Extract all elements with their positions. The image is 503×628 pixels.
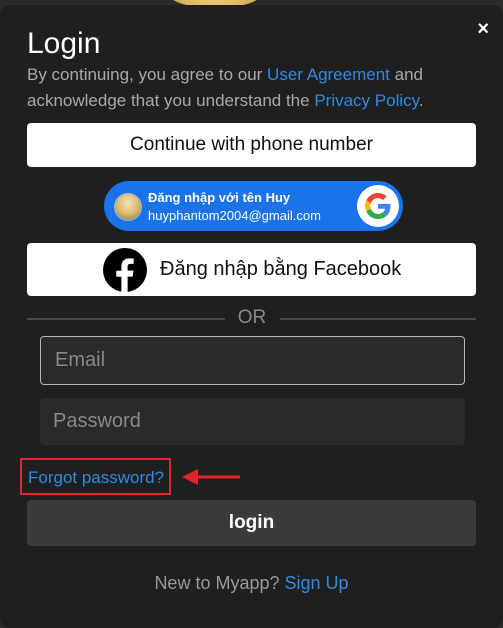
forgot-password-link[interactable]: Forgot password? (28, 468, 164, 488)
email-field[interactable] (40, 336, 465, 385)
arrow-left-icon (182, 469, 240, 485)
google-account-avatar (114, 193, 142, 221)
signup-prompt: New to Myapp? Sign Up (0, 573, 503, 594)
terms-text: By continuing, you agree to our User Agr… (27, 62, 467, 114)
divider-line-left (27, 318, 225, 320)
divider-line-right (280, 318, 476, 320)
user-agreement-link[interactable]: User Agreement (267, 65, 390, 84)
or-divider: OR (27, 307, 476, 329)
google-account-name: Đăng nhập với tên Huy (148, 190, 291, 205)
login-button[interactable]: login (27, 500, 476, 546)
terms-prefix: By continuing, you agree to our (27, 65, 268, 84)
facebook-login-button[interactable]: Đăng nhập bằng Facebook (27, 243, 476, 296)
forgot-password-highlight: Forgot password? (20, 458, 171, 495)
facebook-icon (103, 248, 147, 292)
privacy-policy-link[interactable]: Privacy Policy (314, 91, 419, 110)
or-text: OR (237, 307, 267, 328)
terms-suffix: . (418, 91, 424, 110)
google-signin-button[interactable]: Đăng nhập với tên Huy huyphantom2004@gma… (104, 181, 403, 231)
google-g-icon (357, 185, 399, 227)
modal-title: Login (27, 27, 101, 60)
password-field[interactable] (40, 398, 465, 445)
facebook-login-label: Đăng nhập bằng Facebook (160, 258, 402, 280)
google-account-email: huyphantom2004@gmail.com (148, 208, 321, 223)
sign-up-link[interactable]: Sign Up (285, 573, 349, 593)
close-icon[interactable]: × (477, 19, 489, 39)
continue-with-phone-button[interactable]: Continue with phone number (27, 123, 476, 167)
signup-prompt-text: New to Myapp? (154, 573, 285, 593)
